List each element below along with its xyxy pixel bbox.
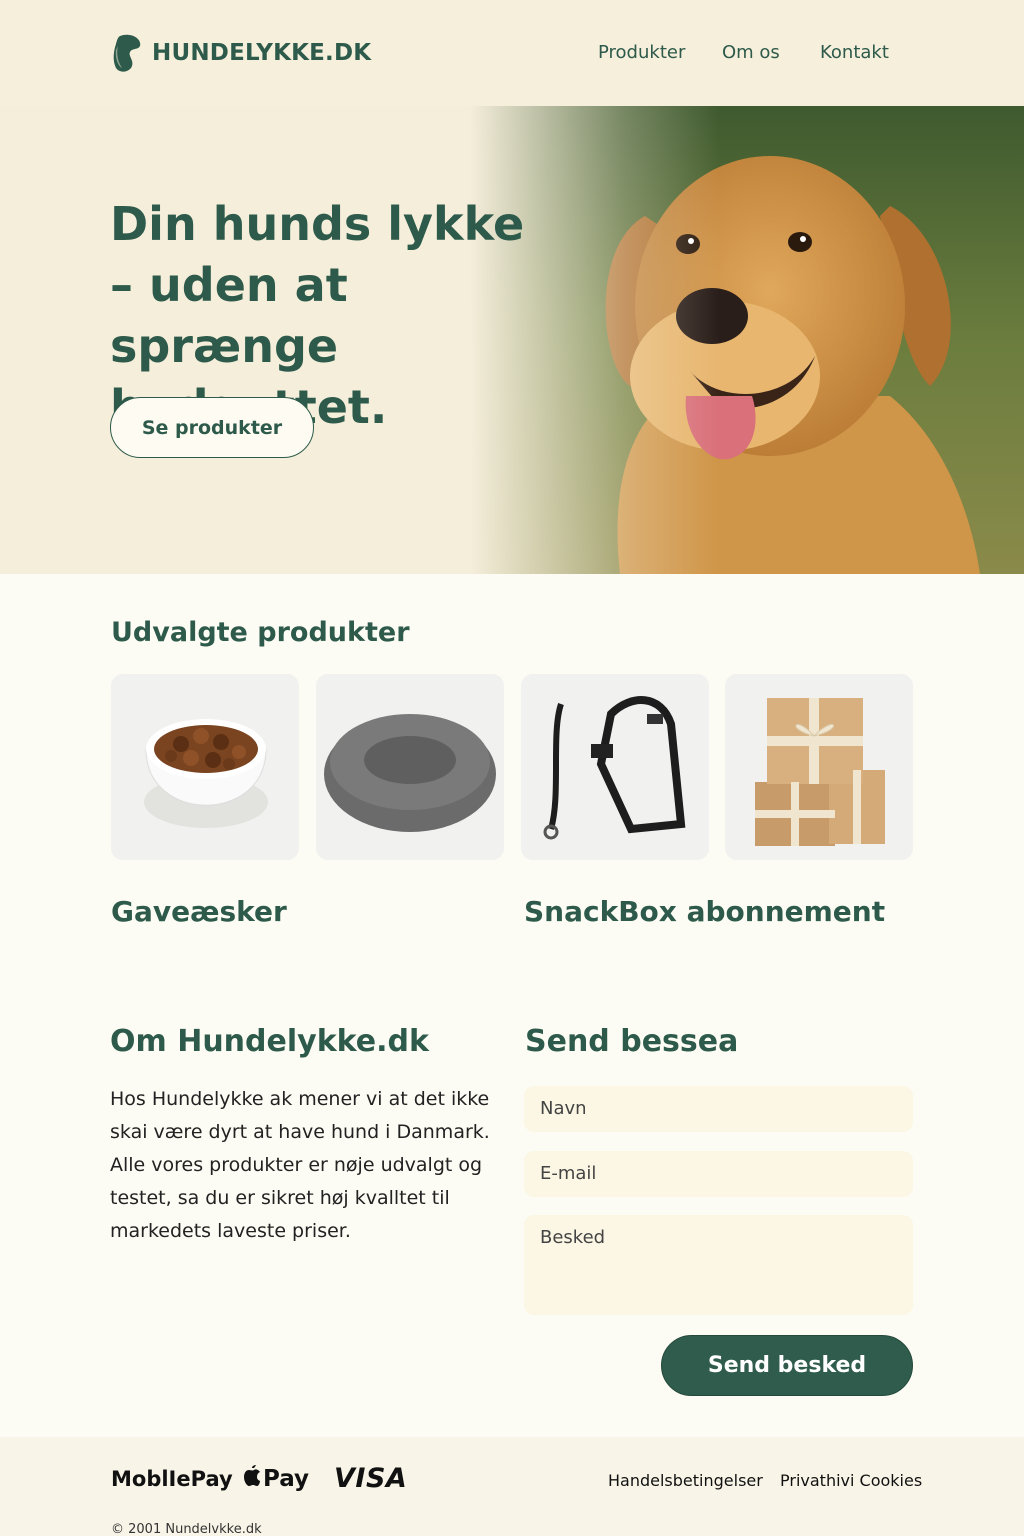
copyright: © 2001 Nundelvkke.dk bbox=[111, 1522, 262, 1536]
featured-products-title: Udvalgte produkter bbox=[111, 617, 410, 648]
send-message-button[interactable]: Send besked bbox=[661, 1335, 913, 1396]
nav-link-about[interactable]: Om os bbox=[722, 42, 780, 63]
message-field[interactable]: Besked bbox=[524, 1215, 913, 1315]
footer-link-privacy[interactable]: Privathivi Cookies bbox=[780, 1471, 922, 1490]
category-snackbox-subscription[interactable]: SnackBox abonnement bbox=[524, 895, 885, 928]
see-products-button[interactable]: Se produkter bbox=[110, 397, 314, 458]
site-header: HUNDELYKKE.DK Produkter Om os Kontakt bbox=[0, 0, 1024, 106]
hero-section: Din hunds lykke – uden at sprænge budget… bbox=[0, 106, 1024, 574]
dog-logo-icon bbox=[112, 32, 144, 74]
name-field[interactable]: Navn bbox=[524, 1086, 913, 1132]
about-text: Hos Hundelykke ak mener vi at det ikke s… bbox=[110, 1088, 490, 1242]
product-card-dog-bed[interactable] bbox=[316, 674, 504, 860]
product-card-harness-leash[interactable] bbox=[521, 674, 709, 860]
brand-logo[interactable]: HUNDELYKKE.DK bbox=[112, 32, 371, 74]
nav-link-products[interactable]: Produkter bbox=[598, 42, 685, 63]
golden-retriever-photo bbox=[470, 106, 1024, 574]
nav-link-contact[interactable]: Kontakt bbox=[820, 42, 889, 63]
footer-link-terms[interactable]: Handelsbetingelser bbox=[608, 1471, 763, 1490]
apple-icon bbox=[243, 1465, 261, 1493]
applepay-logo: Pay bbox=[243, 1465, 309, 1493]
contact-title: Send bessea bbox=[525, 1024, 739, 1059]
brand-name: HUNDELYKKE.DK bbox=[152, 40, 372, 66]
category-gift-boxes[interactable]: Gaveæsker bbox=[111, 895, 287, 928]
product-card-gift-boxes[interactable] bbox=[725, 674, 913, 860]
mobilepay-logo: MoblIePay bbox=[111, 1467, 233, 1491]
email-field[interactable]: E-mail bbox=[524, 1151, 913, 1197]
visa-logo: VISA bbox=[334, 1463, 408, 1494]
about-title: Om Hundelykke.dk bbox=[110, 1024, 429, 1059]
product-card-dog-food[interactable] bbox=[111, 674, 299, 860]
